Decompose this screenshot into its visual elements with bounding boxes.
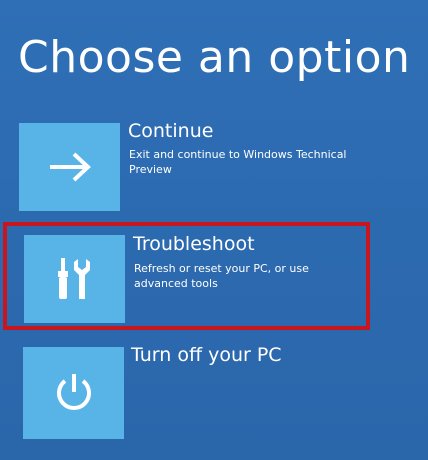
tools-icon [57,258,90,299]
arrow-right-icon [49,152,91,182]
continue-title[interactable]: Continue [128,119,213,143]
troubleshoot-tile[interactable] [24,235,125,323]
turn-off-title[interactable]: Turn off your PC [131,343,282,367]
power-icon [56,374,91,410]
troubleshoot-description: Refresh or reset your PC, or use advance… [134,262,309,290]
continue-tile[interactable] [19,123,120,211]
continue-description: Exit and continue to Windows Technical P… [129,148,347,176]
troubleshoot-title[interactable]: Troubleshoot [133,232,255,256]
turn-off-tile[interactable] [23,347,124,439]
page-title: Choose an option [18,32,411,83]
